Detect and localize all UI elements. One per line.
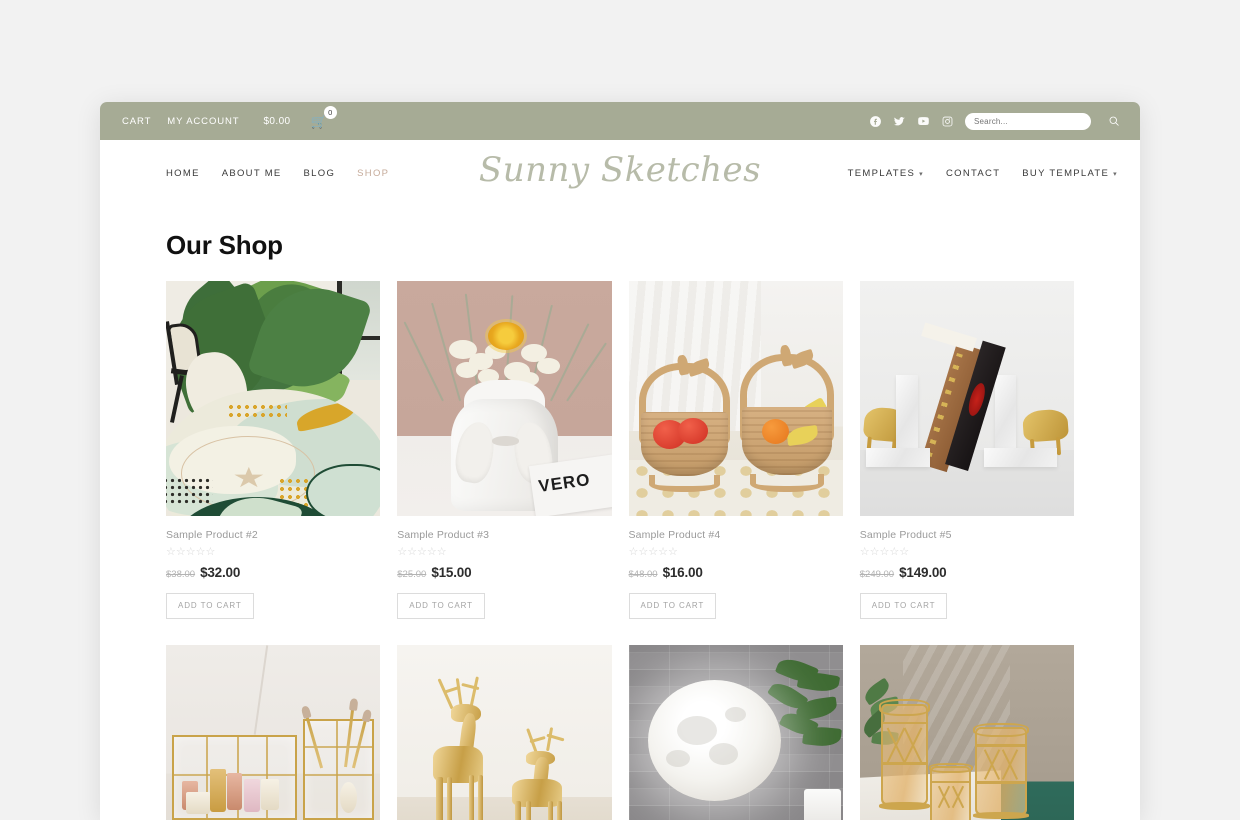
nav-item-about-me[interactable]: ABOUT ME (222, 168, 282, 179)
nav-right-group: TEMPLATES ▾ CONTACT BUY TEMPLATE ▾ (848, 168, 1118, 179)
product-rating-stars: ☆☆☆☆☆ (166, 546, 216, 558)
facebook-icon[interactable] (869, 115, 882, 128)
search-submit-button[interactable] (1102, 115, 1122, 127)
nav-item-templates-label: TEMPLATES (847, 167, 916, 179)
nav-item-home[interactable]: HOME (166, 168, 200, 179)
product-card (859, 645, 1074, 820)
product-title[interactable]: Sample Product #4 (629, 529, 843, 541)
nav-left-group: HOME ABOUT ME BLOG SHOP (166, 168, 389, 179)
shopping-cart-icon: 🛒 (310, 113, 327, 129)
product-price-original: $249.00 (859, 569, 895, 580)
product-title[interactable]: Sample Product #3 (397, 529, 611, 541)
product-image-marble-bookends-with-gold-leopards[interactable] (859, 281, 1074, 516)
nav-item-contact[interactable]: CONTACT (946, 168, 1000, 179)
product-rating-stars: ☆☆☆☆☆ (859, 546, 910, 558)
cart-total-amount: $0.00 (263, 115, 291, 127)
add-to-cart-button[interactable]: ADD TO CART (166, 593, 254, 619)
product-price-original: $25.00 (397, 569, 427, 580)
product-card (628, 645, 843, 820)
topbar-right-group (869, 112, 1122, 130)
nav-item-shop[interactable]: SHOP (357, 168, 389, 179)
product-image-apple-shaped-wooden-fruit-baskets[interactable] (628, 281, 843, 516)
product-grid: Sample Product #2 ☆☆☆☆☆ $38.00 $32.00 AD… (166, 281, 1074, 820)
search-input[interactable] (965, 112, 1091, 130)
magazine-text: VERO (537, 469, 592, 496)
product-price-row: $48.00 $16.00 (629, 565, 843, 580)
product-card: VERO Sample Product #3 ☆☆☆☆☆ $25.00 $15.… (397, 281, 612, 619)
product-price-original: $38.00 (166, 569, 196, 580)
topbar-link-my-account[interactable]: MY ACCOUNT (167, 116, 239, 127)
add-to-cart-button[interactable]: ADD TO CART (397, 593, 485, 619)
chevron-down-icon: ▾ (1113, 171, 1118, 178)
twitter-icon[interactable] (893, 115, 906, 128)
cart-item-count-badge: 0 (323, 105, 337, 119)
cart-widget[interactable]: 🛒 0 (310, 105, 337, 129)
topbar-left-group: CART MY ACCOUNT $0.00 🛒 0 (122, 105, 337, 129)
add-to-cart-button[interactable]: ADD TO CART (628, 593, 717, 619)
product-price-sale: $149.00 (899, 565, 947, 580)
product-image-gold-geometric-candle-holders[interactable] (859, 645, 1074, 820)
product-image-moon-lamp-on-wooden-stand[interactable] (628, 645, 843, 820)
product-image-gold-glass-cosmetic-organizer[interactable] (166, 645, 381, 820)
product-card (397, 645, 612, 820)
topbar-link-cart[interactable]: CART (122, 116, 151, 127)
product-rating-stars: ☆☆☆☆☆ (397, 546, 447, 558)
product-card (166, 645, 381, 820)
search-icon (1109, 116, 1119, 126)
page-title: Our Shop (166, 230, 283, 260)
product-price-row: $38.00 $32.00 (166, 565, 380, 580)
product-price-row: $249.00 $149.00 (860, 565, 1074, 580)
product-title[interactable]: Sample Product #5 (860, 529, 1074, 541)
website-viewport: CART MY ACCOUNT $0.00 🛒 0 Search... HOME… (100, 102, 1140, 820)
nav-item-buy-template[interactable]: BUY TEMPLATE ▾ (1022, 168, 1118, 179)
chevron-down-icon: ▾ (919, 171, 924, 178)
main-navigation-bar: HOME ABOUT ME BLOG SHOP Sunny Sketches T… (100, 140, 1140, 206)
shop-main-content: Our Shop Sample Product #2 ☆☆☆☆☆ $38.00 … (100, 206, 1140, 820)
instagram-icon[interactable] (941, 115, 954, 128)
product-image-gold-deer-figurines[interactable] (397, 645, 612, 820)
product-price-sale: $16.00 (662, 565, 703, 580)
product-price-original: $48.00 (628, 569, 658, 580)
product-image-round-botanical-area-rug[interactable] (166, 281, 381, 516)
product-card: Sample Product #2 ☆☆☆☆☆ $38.00 $32.00 AD… (166, 281, 381, 619)
top-utility-bar: CART MY ACCOUNT $0.00 🛒 0 (100, 102, 1140, 140)
nav-item-buy-template-label: BUY TEMPLATE (1022, 167, 1110, 179)
product-title[interactable]: Sample Product #2 (166, 529, 380, 541)
nav-item-blog[interactable]: BLOG (304, 168, 336, 179)
product-card: Sample Product #5 ☆☆☆☆☆ $249.00 $149.00 … (859, 281, 1074, 619)
add-to-cart-button[interactable]: ADD TO CART (859, 593, 948, 619)
product-price-sale: $32.00 (200, 565, 241, 580)
page-root: CART MY ACCOUNT $0.00 🛒 0 Search... HOME… (0, 0, 1240, 820)
product-rating-stars: ☆☆☆☆☆ (628, 546, 678, 558)
product-price-sale: $15.00 (431, 565, 472, 580)
product-card: Sample Product #4 ☆☆☆☆☆ $48.00 $16.00 AD… (628, 281, 843, 619)
product-image-ceramic-face-vase-with-dried-flowers[interactable]: VERO (397, 281, 612, 516)
product-price-row: $25.00 $15.00 (397, 565, 611, 580)
nav-item-templates[interactable]: TEMPLATES ▾ (848, 168, 924, 179)
youtube-icon[interactable] (917, 115, 930, 128)
